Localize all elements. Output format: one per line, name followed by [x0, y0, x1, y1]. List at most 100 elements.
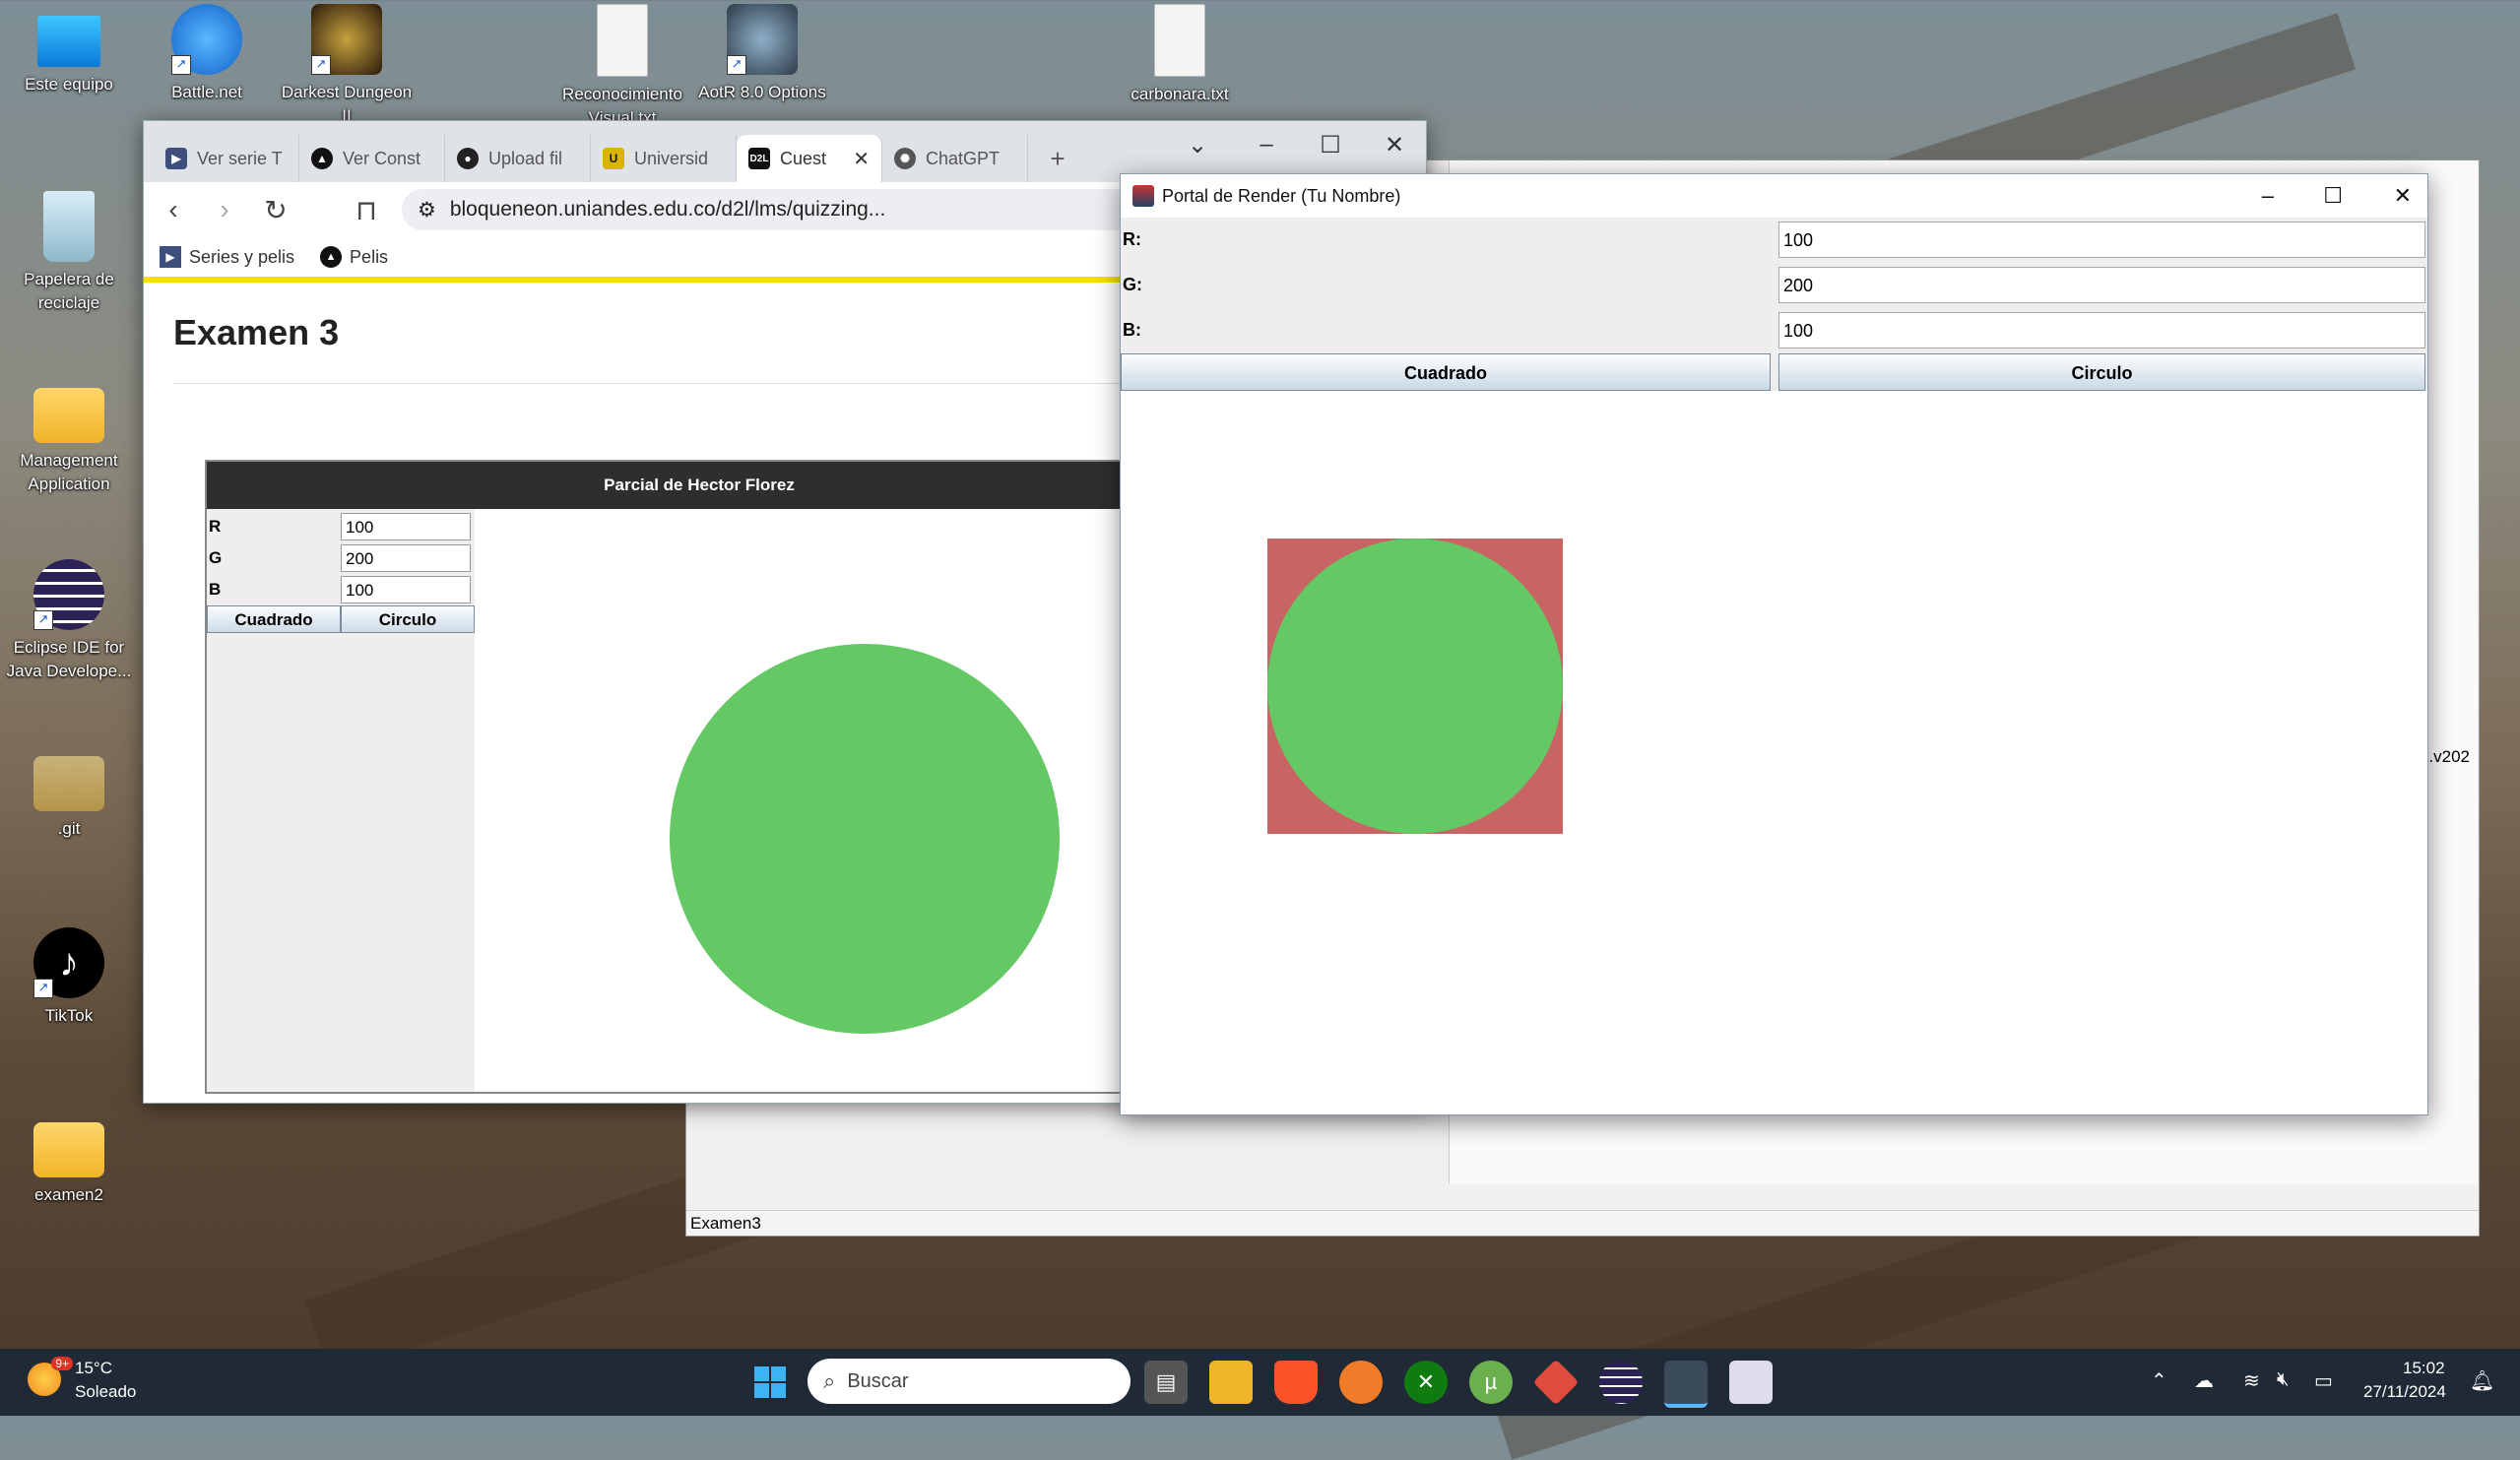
desktop-icon-label: examen2 [34, 1185, 103, 1204]
g-input[interactable]: 200 [1778, 267, 2425, 303]
tab-label: Ver serie T [197, 148, 283, 168]
url-text: bloqueneon.uniandes.edu.co/d2l/lms/quizz… [449, 198, 886, 221]
bookmark-label: Series y pelis [189, 246, 295, 267]
render-canvas [1121, 391, 2427, 1114]
clock-date[interactable]: 27/11/2024 [2363, 1382, 2446, 1402]
recycle-bin-icon [43, 191, 95, 262]
app-orange-icon[interactable] [1339, 1361, 1383, 1404]
maximize-icon[interactable]: ☐ [1311, 131, 1350, 159]
java-app-taskbar-icon[interactable] [1664, 1361, 1708, 1408]
desktop-icon-git[interactable]: .git [0, 744, 138, 841]
embedded-square-button: Cuadrado [207, 605, 341, 633]
b-input[interactable]: 100 [1778, 312, 2425, 349]
desktop-icon-carbonara[interactable]: carbonara.txt [1111, 4, 1249, 106]
chevron-up-icon[interactable]: ⌃ [2151, 1368, 2167, 1393]
onedrive-icon[interactable]: ☁ [2194, 1368, 2214, 1393]
tab-universidad[interactable]: U Universid [591, 135, 737, 182]
search-placeholder: Buscar [847, 1369, 909, 1392]
monitor-icon [37, 16, 100, 67]
embedded-r-label: R [209, 517, 222, 536]
utorrent-icon[interactable]: µ [1469, 1361, 1513, 1404]
windows-start-icon[interactable] [748, 1361, 792, 1404]
taskbar-search[interactable]: ⌕ Buscar [808, 1359, 1131, 1404]
task-view-icon[interactable]: ▤ [1144, 1361, 1188, 1404]
row-r: R: 100 [1121, 218, 2427, 263]
maximize-icon[interactable]: ☐ [2323, 183, 2343, 209]
bookmark-series-y-pelis[interactable]: ▶ Series y pelis [160, 246, 294, 268]
eclipse-icon: ↗ [33, 559, 104, 630]
eclipse-status-bar: Examen3 [686, 1210, 2479, 1236]
tiktok-icon: ♪ ↗ [33, 927, 104, 998]
new-tab-button[interactable]: + [1028, 135, 1087, 182]
minimize-icon[interactable]: – [2262, 183, 2274, 209]
forward-icon[interactable]: › [209, 194, 240, 225]
close-icon[interactable]: ✕ [1375, 131, 1414, 159]
play-icon: ▶ [160, 246, 181, 268]
close-tab-icon[interactable]: ✕ [853, 147, 870, 171]
tab-label: Upload fil [488, 148, 563, 168]
portal-title-bar: Portal de Render (Tu Nombre) – ☐ ✕ [1121, 174, 2427, 218]
text-file-icon [597, 4, 648, 77]
desktop-icon-management[interactable]: Management Application [0, 376, 138, 496]
desktop-icon-aotr[interactable]: ↗ AotR 8.0 Options [693, 4, 831, 122]
notification-bell-icon[interactable]: 🔔︎ [2470, 1368, 2494, 1393]
site-settings-icon[interactable]: ⚙ [418, 198, 436, 222]
tab-chatgpt[interactable]: ✺ ChatGPT [882, 135, 1028, 182]
square-button[interactable]: Cuadrado [1121, 353, 1771, 391]
d2l-icon: D2L [748, 148, 770, 169]
weather-sun-icon[interactable]: 9+ [28, 1357, 73, 1396]
battery-icon[interactable]: ▭ [2314, 1368, 2333, 1393]
embedded-row-g: G 200 [207, 542, 475, 574]
back-icon[interactable]: ‹ [158, 194, 189, 225]
circle-button[interactable]: Circulo [1778, 353, 2425, 391]
desktop-icon-battlenet[interactable]: ↗ Battle.net [138, 4, 276, 104]
chatgpt-icon: ✺ [894, 148, 916, 169]
file-explorer-icon[interactable] [1209, 1361, 1253, 1404]
wifi-icon[interactable]: ≋ [2243, 1368, 2260, 1393]
embedded-circle-shape [670, 644, 1060, 1034]
tab-cuest[interactable]: D2L Cuest ✕ [737, 135, 882, 182]
clock-time[interactable]: 15:02 [2403, 1359, 2445, 1378]
portal-title: Portal de Render (Tu Nombre) [1162, 185, 1401, 206]
tab-label: Cuest [780, 148, 827, 168]
desktop-icon-examen2[interactable]: examen2 [0, 1111, 138, 1207]
eclipse-taskbar-icon[interactable] [1599, 1361, 1643, 1404]
snipping-tool-icon[interactable] [1729, 1361, 1773, 1404]
bookmark-pelis[interactable]: ▲ Pelis [320, 246, 388, 268]
tab-upload[interactable]: ● Upload fil [445, 135, 591, 182]
weather-badge: 9+ [51, 1357, 73, 1370]
chevron-down-icon[interactable]: ⌄ [1178, 131, 1217, 159]
desktop-icon-eclipse[interactable]: ↗ Eclipse IDE for Java Develope... [0, 559, 138, 683]
render-portal-window: Portal de Render (Tu Nombre) – ☐ ✕ R: 10… [1120, 173, 2428, 1115]
brave-browser-icon[interactable] [1274, 1361, 1318, 1404]
desktop-icon-label: TikTok [44, 1006, 94, 1025]
weather-temp[interactable]: 15°C [75, 1359, 112, 1378]
game-icon: ↗ [311, 4, 382, 75]
bookmark-icon[interactable]: ⊓ [351, 194, 382, 226]
embedded-g-field: 200 [341, 544, 471, 572]
volume-muted-icon[interactable]: 🔇︎ [2277, 1368, 2290, 1391]
r-input[interactable]: 100 [1778, 222, 2425, 258]
desktop-icon-tiktok[interactable]: ♪ ↗ TikTok [0, 927, 138, 1028]
embedded-row-b: B 100 [207, 574, 475, 605]
git-icon[interactable] [1532, 1359, 1580, 1406]
play-icon: ▶ [165, 148, 187, 169]
desktop-icon-este-equipo[interactable]: Este equipo [0, 8, 138, 96]
b-label: B: [1123, 320, 1141, 340]
desktop-icon-darkest-dungeon[interactable]: ↗ Darkest Dungeon II [278, 4, 416, 122]
close-icon[interactable]: ✕ [2394, 183, 2412, 209]
tab-ver-serie[interactable]: ▶ Ver serie T [154, 135, 299, 182]
desktop-icon-papelera[interactable]: Papelera de reciclaje [0, 191, 138, 315]
embedded-g-label: G [209, 548, 223, 567]
xbox-icon[interactable]: ✕ [1404, 1361, 1448, 1404]
java-app-icon [1132, 185, 1154, 207]
embedded-screenshot: Parcial de Hector Florez R 100 G 200 B 1… [205, 460, 1194, 1094]
reload-icon[interactable]: ↻ [260, 194, 291, 226]
embedded-title: Parcial de Hector Florez [207, 462, 1192, 509]
university-icon: U [603, 148, 624, 169]
desktop-icon-reconocimiento[interactable]: Reconocimiento Visual.txt [553, 4, 691, 122]
minimize-icon[interactable]: – [1247, 131, 1286, 159]
weather-desc[interactable]: Soleado [75, 1382, 136, 1402]
tab-ver-const[interactable]: ▲ Ver Const [299, 135, 445, 182]
triangle-icon: ▲ [320, 246, 343, 268]
